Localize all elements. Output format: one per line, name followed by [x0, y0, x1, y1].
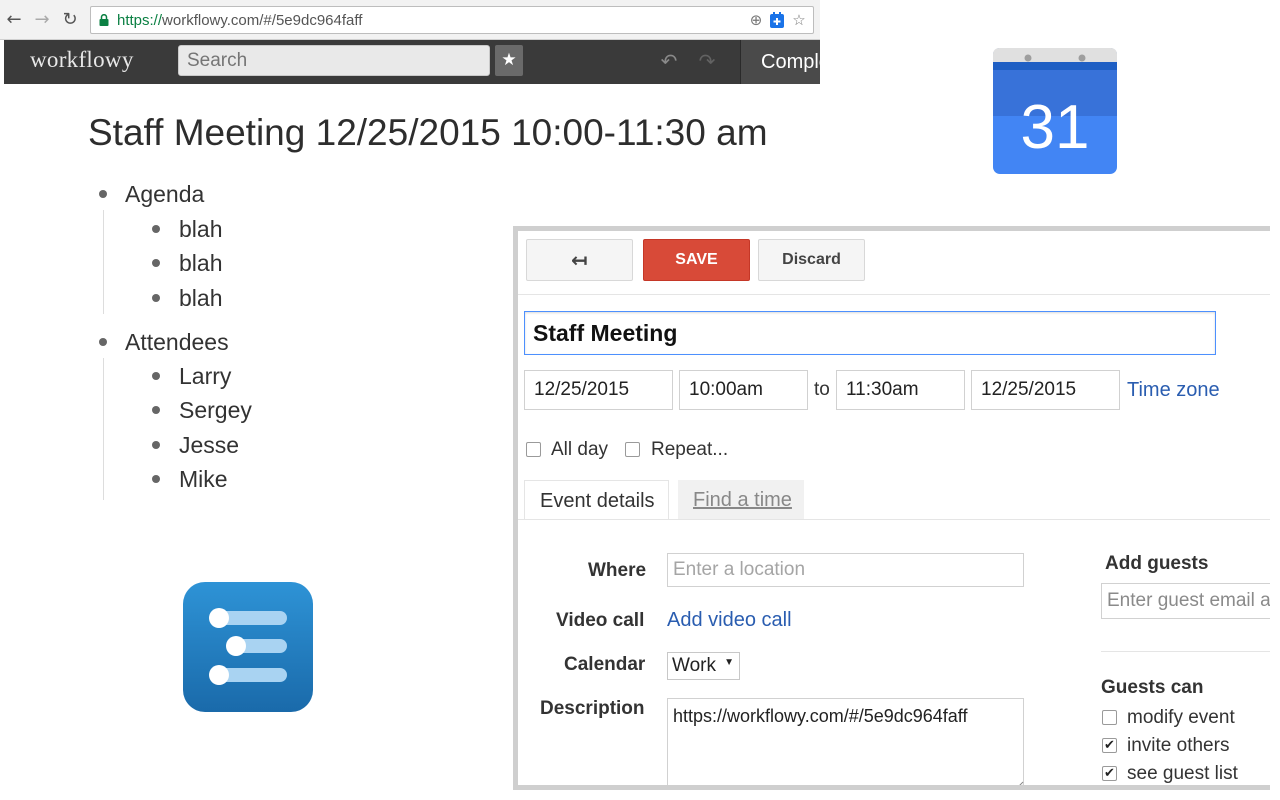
resize-grip-icon[interactable]: [1014, 780, 1024, 790]
bullet-icon[interactable]: [152, 294, 160, 302]
bullet-icon[interactable]: [99, 338, 107, 346]
outline-item-agenda[interactable]: Agenda: [125, 181, 204, 208]
extension-icon[interactable]: [768, 11, 786, 29]
bullet-icon[interactable]: [152, 441, 160, 449]
to-label: to: [814, 379, 830, 400]
event-title-input[interactable]: [524, 311, 1216, 355]
calendar-select[interactable]: Work ▼: [667, 652, 740, 680]
outline-item[interactable]: Larry: [179, 363, 231, 390]
add-video-call-link[interactable]: Add video call: [667, 609, 792, 632]
url-text: https://workflowy.com/#/5e9dc964faff: [117, 12, 362, 29]
zoom-icon[interactable]: ⊕: [747, 11, 765, 29]
completed-toggle-button[interactable]: Completed: [740, 40, 820, 84]
bullet-icon[interactable]: [99, 190, 107, 198]
time-zone-link[interactable]: Time zone: [1127, 379, 1220, 402]
bullet-icon[interactable]: [152, 259, 160, 267]
all-day-checkbox[interactable]: [526, 442, 541, 457]
end-date-input[interactable]: [971, 370, 1120, 410]
outline-item[interactable]: Jesse: [179, 432, 239, 459]
url-path: workflowy.com/#/5e9dc964faff: [162, 12, 363, 29]
workflowy-logo[interactable]: workflowy: [30, 47, 134, 73]
calendar-event-editor: ↤ SAVE Discard to Time zone All day Repe…: [513, 226, 1270, 790]
calendar-day-number: 31: [1021, 93, 1090, 162]
discard-button[interactable]: Discard: [758, 239, 865, 281]
see-guest-list-checkbox[interactable]: ✔: [1102, 766, 1117, 781]
forward-arrow-icon[interactable]: →: [32, 9, 52, 31]
tab-find-a-time[interactable]: Find a time: [678, 480, 804, 520]
start-date-input[interactable]: [524, 370, 673, 410]
reload-icon[interactable]: ↻: [60, 9, 80, 31]
children-guide-line: [103, 210, 104, 314]
outline-item[interactable]: blah: [179, 285, 222, 312]
modify-event-checkbox[interactable]: [1102, 710, 1117, 725]
redo-icon[interactable]: ↷: [694, 50, 720, 72]
end-time-input[interactable]: [836, 370, 965, 410]
star-icon[interactable]: ★: [495, 45, 523, 76]
outline-item[interactable]: Sergey: [179, 397, 252, 424]
bookmark-star-icon[interactable]: ☆: [790, 11, 808, 29]
all-day-label[interactable]: All day: [551, 439, 608, 461]
start-time-input[interactable]: [679, 370, 808, 410]
modify-event-label[interactable]: modify event: [1127, 707, 1235, 729]
search-input[interactable]: [178, 45, 490, 76]
bullet-icon[interactable]: [152, 406, 160, 414]
location-input[interactable]: [667, 553, 1024, 587]
tab-event-details[interactable]: Event details: [524, 480, 669, 520]
browser-toolbar: ← → ↻ https://workflowy.com/#/5e9dc964fa…: [0, 0, 820, 40]
where-label: Where: [588, 560, 647, 581]
guests-can-heading: Guests can: [1101, 677, 1204, 698]
google-calendar-icon: 31: [993, 48, 1117, 174]
description-label: Description: [540, 698, 645, 719]
back-button[interactable]: ↤: [526, 239, 633, 281]
back-arrow-icon[interactable]: ←: [4, 9, 24, 31]
video-call-label: Video call: [556, 610, 645, 631]
guest-email-input[interactable]: [1101, 583, 1270, 619]
outline-item[interactable]: blah: [179, 250, 222, 277]
children-guide-line: [103, 358, 104, 500]
see-guest-list-label[interactable]: see guest list: [1127, 763, 1238, 785]
outline-item[interactable]: Mike: [179, 466, 228, 493]
invite-others-label[interactable]: invite others: [1127, 735, 1229, 757]
url-scheme: https://: [117, 12, 163, 29]
lock-icon: [99, 14, 109, 26]
workflowy-header: workflowy ★ ↶ ↷ Completed: [4, 40, 820, 84]
calendar-select-value: Work: [672, 655, 716, 676]
save-button[interactable]: SAVE: [643, 239, 750, 281]
divider: [518, 519, 1270, 520]
invite-others-checkbox[interactable]: ✔: [1102, 738, 1117, 753]
divider: [518, 294, 1270, 295]
bullet-icon[interactable]: [152, 372, 160, 380]
workflowy-app-icon: [183, 582, 313, 712]
repeat-checkbox[interactable]: [625, 442, 640, 457]
undo-icon[interactable]: ↶: [656, 50, 682, 72]
page-title[interactable]: Staff Meeting 12/25/2015 10:00-11:30 am: [88, 112, 768, 154]
calendar-label: Calendar: [564, 654, 646, 675]
outline-item-attendees[interactable]: Attendees: [125, 329, 229, 356]
dropdown-caret-icon: ▼: [724, 657, 734, 668]
bullet-icon[interactable]: [152, 475, 160, 483]
address-bar[interactable]: https://workflowy.com/#/5e9dc964faff ⊕ ☆: [90, 6, 814, 34]
description-textarea[interactable]: https://workflowy.com/#/5e9dc964faff: [667, 698, 1024, 785]
outline-item[interactable]: blah: [179, 216, 222, 243]
add-guests-heading: Add guests: [1105, 553, 1209, 574]
bullet-icon[interactable]: [152, 225, 160, 233]
divider: [1101, 651, 1270, 652]
repeat-label[interactable]: Repeat...: [651, 439, 728, 461]
